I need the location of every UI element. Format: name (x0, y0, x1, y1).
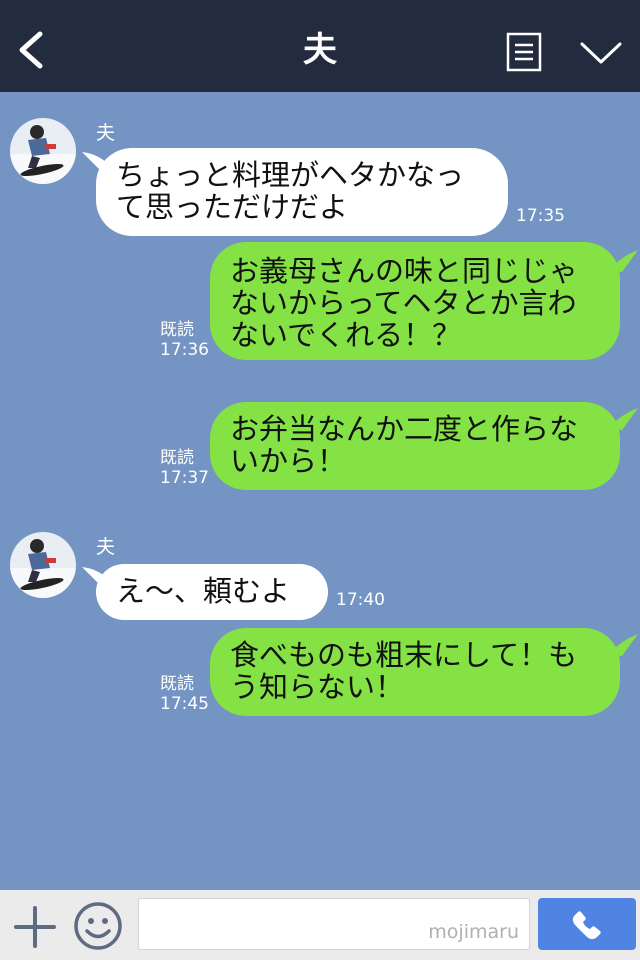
message-bubble[interactable]: え〜、頼むよ (96, 564, 328, 620)
read-label: 既読 (160, 674, 194, 694)
chat-title: 夫 (303, 30, 337, 70)
message-line: て思っただけだよ (116, 190, 349, 224)
message-time: 17:37 (160, 468, 209, 488)
message-input[interactable]: mojimaru (138, 898, 530, 950)
message-bubble[interactable]: 食べものも粗末にして！も う知らない！ (210, 628, 620, 716)
message-line: 食べものも粗末にして！も (230, 638, 578, 672)
message-bubble[interactable]: お弁当なんか二度と作らな いから！ (210, 402, 620, 490)
read-label: 既読 (160, 448, 194, 468)
snowboarder-avatar-icon (10, 532, 76, 598)
watermark-text: mojimaru (428, 921, 519, 943)
message-time: 17:36 (160, 340, 209, 360)
message-time: 17:35 (516, 206, 565, 226)
note-list-icon[interactable] (506, 32, 542, 72)
message-line: ないでくれる！？ (230, 318, 462, 352)
message-line: いから！ (230, 444, 347, 478)
read-label: 既読 (160, 320, 194, 340)
smiley-icon[interactable] (72, 900, 124, 952)
message-time: 17:45 (160, 694, 209, 714)
message-line: お弁当なんか二度と作らな (230, 412, 579, 446)
sender-name: 夫 (96, 122, 116, 144)
message-time: 17:40 (336, 590, 385, 610)
avatar[interactable] (10, 532, 76, 598)
chevron-down-icon[interactable] (580, 40, 622, 66)
avatar[interactable] (10, 118, 76, 184)
message-line: う知らない！ (230, 670, 405, 704)
message-line: ちょっと料理がヘタかなっ (116, 158, 465, 192)
chat-area[interactable]: 夫 ちょっと料理がヘタかなっ て思っただけだよ 17:35 お義母さんの味と同じ… (0, 92, 640, 890)
snowboarder-avatar-icon (10, 118, 76, 184)
message-bubble[interactable]: お義母さんの味と同じじゃ ないからってヘタとか言わ ないでくれる！？ (210, 242, 620, 360)
phone-icon (572, 911, 601, 940)
read-receipt: 既読 17:37 (160, 448, 209, 488)
message-bubble[interactable]: ちょっと料理がヘタかなっ て思っただけだよ (96, 148, 508, 236)
read-receipt: 既読 17:45 (160, 674, 209, 714)
message-line: え〜、頼むよ (116, 574, 291, 608)
sender-name: 夫 (96, 536, 116, 558)
call-button[interactable] (538, 898, 636, 950)
message-line: ないからってヘタとか言わ (230, 286, 577, 320)
read-receipt: 既読 17:36 (160, 320, 209, 360)
plus-icon[interactable] (12, 904, 58, 950)
message-line: お義母さんの味と同じじゃ (230, 254, 579, 288)
chat-header: 夫 (0, 0, 640, 92)
